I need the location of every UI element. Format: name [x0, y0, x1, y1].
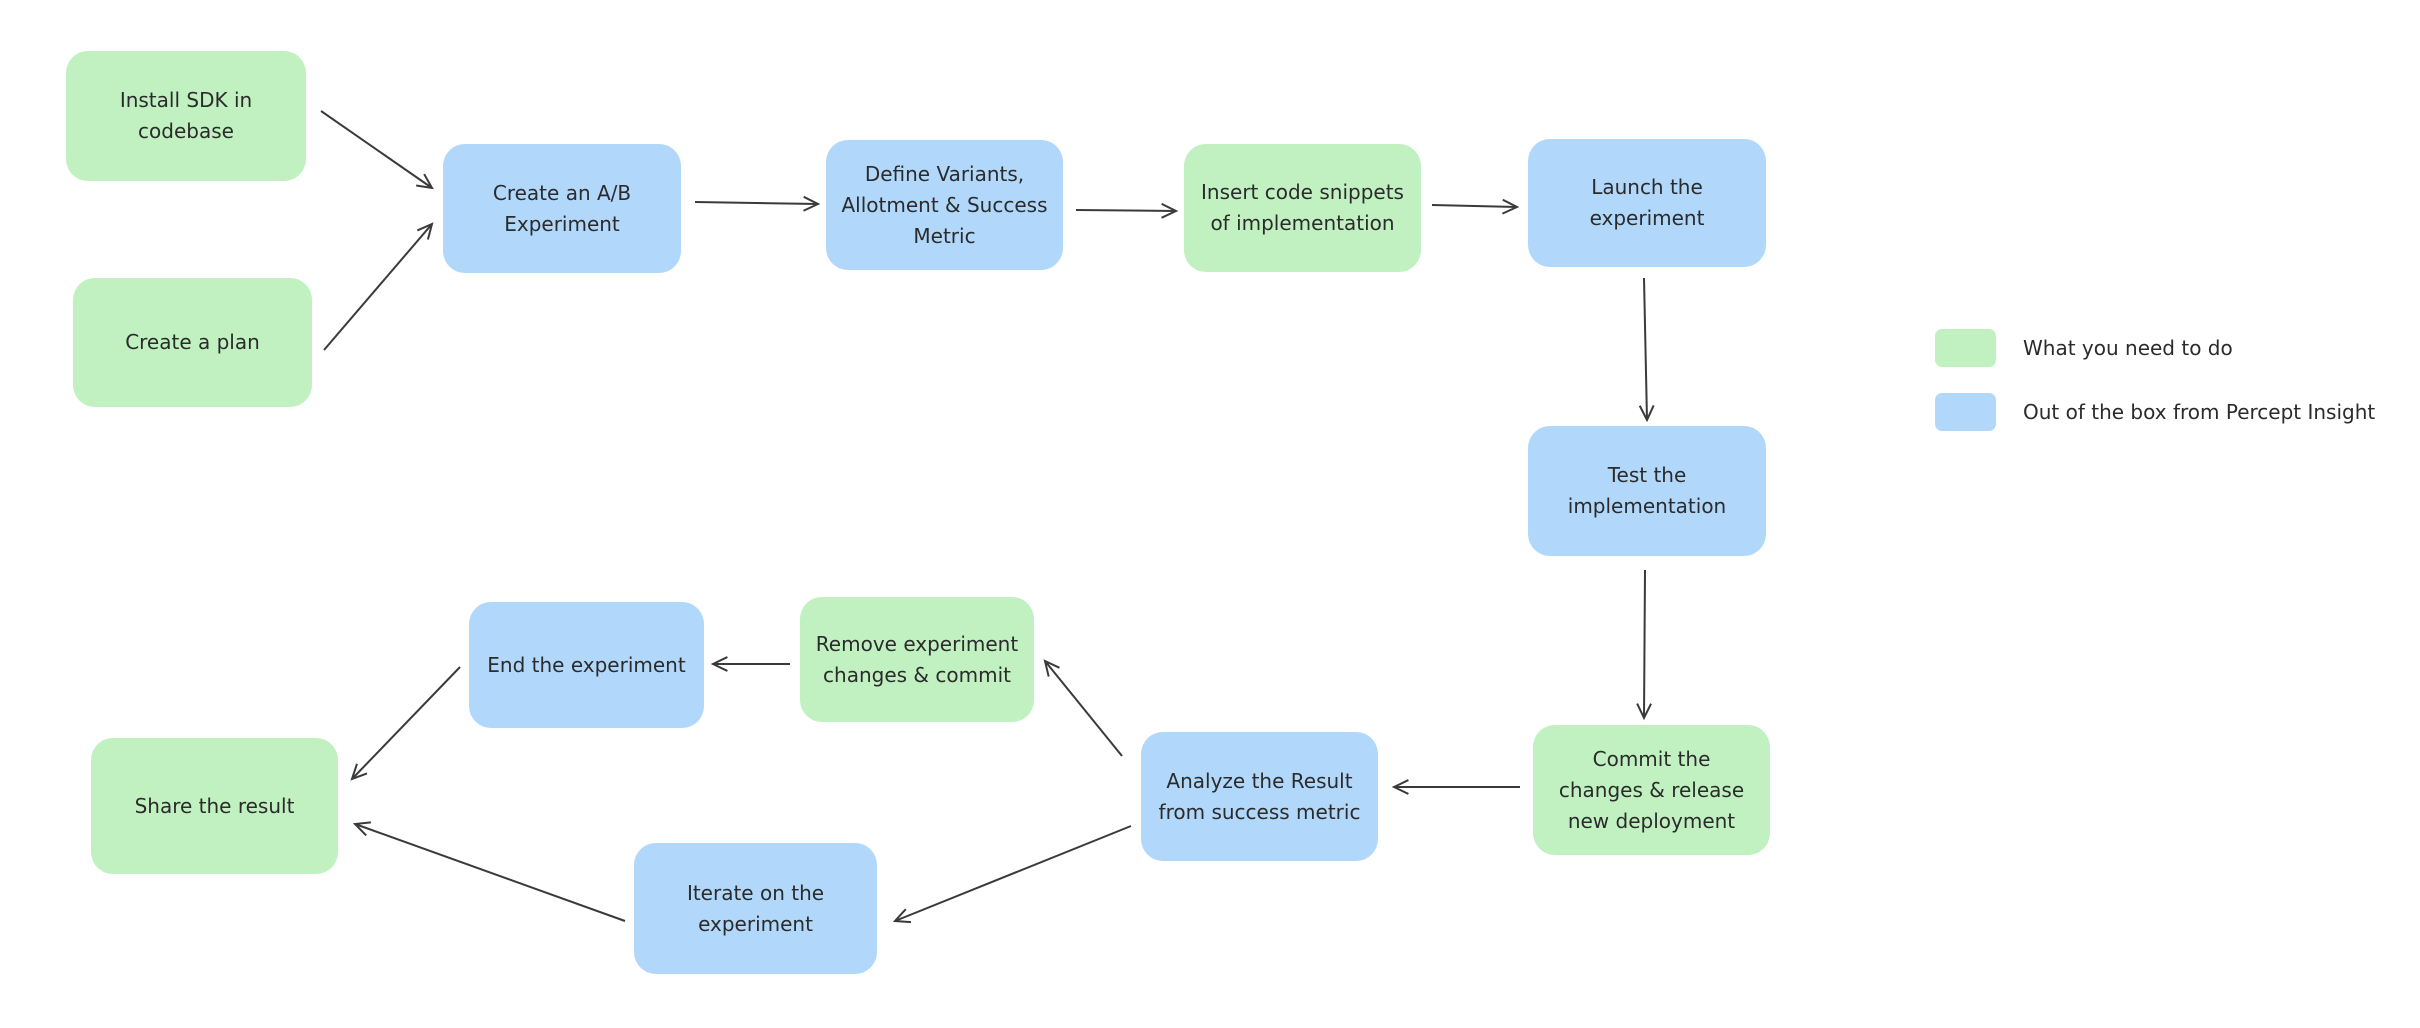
node-label: Share the result — [134, 793, 295, 818]
node-insert-code: Insert code snippets of implementation — [1184, 144, 1421, 272]
node-define-variants: Define Variants, Allotment & Success Met… — [826, 140, 1063, 270]
legend-label-percept-task: Out of the box from Percept Insight — [2023, 400, 2376, 424]
arrow-insert-code-to-launch — [1431, 198, 1520, 215]
arrow-create-plan-to-create-ab — [323, 222, 434, 351]
node-label: Test the implementation — [1567, 463, 1727, 518]
arrow-analyze-to-remove — [1043, 659, 1123, 757]
node-share: Share the result — [91, 738, 338, 874]
node-iterate: Iterate on the experiment — [634, 843, 877, 974]
node-label: Analyze the Result from success metric — [1158, 768, 1361, 824]
arrow-commit-to-analyze — [1391, 779, 1520, 795]
node-label: Launch the experiment — [1589, 175, 1705, 230]
arrow-end-to-share — [350, 666, 461, 781]
node-label: Define Variants, Allotment & Success Met… — [841, 161, 1048, 248]
node-label: Create an A/B Experiment — [492, 180, 632, 236]
node-label: Install SDK in codebase — [119, 88, 253, 143]
node-launch: Launch the experiment — [1528, 139, 1766, 267]
node-label: End the experiment — [487, 652, 686, 677]
node-label: Insert code snippets of implementation — [1201, 180, 1404, 235]
node-remove: Remove experiment changes & commit — [800, 597, 1034, 722]
arrow-test-to-commit — [1636, 569, 1652, 721]
arrow-define-variants-to-insert-code — [1075, 203, 1179, 219]
arrow-create-ab-to-define-variants — [694, 195, 821, 212]
arrow-analyze-to-iterate — [892, 825, 1132, 924]
arrow-install-sdk-to-create-ab — [320, 110, 434, 190]
node-create-plan: Create a plan — [73, 278, 312, 407]
legend-swatch-percept-task — [1935, 393, 1996, 431]
node-commit: Commit the changes & release new deploym… — [1533, 725, 1770, 855]
legend-swatch-user-task — [1935, 329, 1996, 367]
arrow-iterate-to-share — [352, 821, 626, 922]
arrow-launch-to-test — [1638, 277, 1655, 423]
node-label: Commit the changes & release new deploym… — [1558, 746, 1745, 833]
node-end: End the experiment — [469, 602, 704, 728]
arrow-remove-to-end — [710, 656, 790, 672]
node-label: Remove experiment changes & commit — [815, 631, 1019, 687]
node-label: Create a plan — [125, 330, 260, 354]
legend-label-user-task: What you need to do — [2023, 336, 2233, 360]
node-test: Test the implementation — [1528, 426, 1766, 556]
node-analyze: Analyze the Result from success metric — [1141, 732, 1378, 861]
node-install-sdk: Install SDK in codebase — [66, 51, 306, 181]
node-label: Iterate on the experiment — [686, 880, 825, 936]
node-create-ab-experiment: Create an A/B Experiment — [443, 144, 681, 273]
